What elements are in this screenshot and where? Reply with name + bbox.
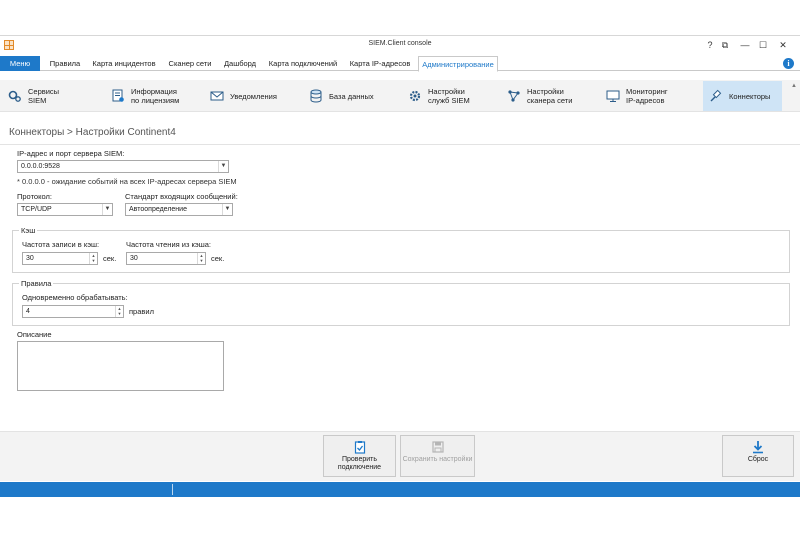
license-icon <box>112 89 124 102</box>
ribbon-label: База данных <box>329 91 374 101</box>
protocol-select[interactable]: TCP/UDP ▼ <box>17 203 113 216</box>
clipboard-check-icon <box>354 441 365 454</box>
reset-label: Сброс <box>747 456 769 463</box>
cache-read-value: 30 <box>130 255 138 262</box>
connector-icon <box>710 89 722 102</box>
ribbon-label: Мониторинг IP-адресов <box>626 87 668 105</box>
rules-stepper[interactable]: 4 ▲ ▼ <box>22 305 124 318</box>
window-title: SIEM.Client console <box>368 40 432 47</box>
minimize-button[interactable]: — <box>738 38 752 52</box>
network-icon <box>508 90 520 102</box>
description-textarea[interactable] <box>17 341 224 391</box>
ip-port-combo[interactable]: 0.0.0.0:9528 ▼ <box>17 160 229 173</box>
cache-read-label: Частота чтения из кэша: <box>126 240 211 249</box>
tab-dashboard[interactable]: Дашборд <box>220 56 260 71</box>
maximize-button[interactable]: ☐ <box>756 38 770 52</box>
standard-select[interactable]: Автоопределение ▼ <box>125 203 233 216</box>
rules-value: 4 <box>26 308 30 315</box>
ribbon-scanner-settings[interactable]: Настройки сканера сети <box>501 81 597 111</box>
cache-read-stepper[interactable]: 30 ▲ ▼ <box>126 252 206 265</box>
divider <box>0 144 800 145</box>
ribbon-label: Коннекторы <box>729 91 771 101</box>
standard-label: Стандарт входящих сообщений: <box>125 192 238 201</box>
cache-write-label: Частота записи в кэш: <box>22 240 100 249</box>
ribbon-notifications[interactable]: Уведомления <box>204 81 300 111</box>
ribbon-license-info[interactable]: Информация по лицензиям <box>105 81 199 111</box>
ribbon-label: Настройки служб SIEM <box>428 87 470 105</box>
ribbon-scroll-icon[interactable]: ▲ <box>791 83 797 89</box>
monitor-icon <box>606 90 620 102</box>
tab-administration[interactable]: Администрирование <box>418 56 498 72</box>
ribbon-label: Настройки сканера сети <box>527 87 573 105</box>
standard-value: Автоопределение <box>129 206 187 213</box>
tab-connection-map[interactable]: Карта подключений <box>264 56 342 71</box>
ribbon-label: Сервисы SIEM <box>28 87 60 105</box>
stepper-arrows-icon[interactable]: ▲ ▼ <box>89 253 97 264</box>
save-settings-button[interactable]: Сохранить настройки <box>400 435 475 477</box>
tab-network-scanner[interactable]: Сканер сети <box>164 56 216 71</box>
notification-icon <box>210 91 224 101</box>
save-settings-label: Сохранить настройки <box>402 456 473 463</box>
rules-group-title: Правила <box>19 279 54 288</box>
restore-layout-icon[interactable]: ⧉ <box>718 38 732 52</box>
database-icon <box>310 89 322 103</box>
breadcrumb: Коннекторы > Настройки Continent4 <box>9 127 176 138</box>
status-divider <box>172 484 173 495</box>
ribbon-label: Информация по лицензиям <box>131 87 180 105</box>
cache-write-value: 30 <box>26 255 34 262</box>
ip-port-value: 0.0.0.0:9528 <box>21 163 60 170</box>
app-window: SIEM.Client console ? ⧉ — ☐ ✕ Меню Прави… <box>0 35 800 497</box>
ribbon-database[interactable]: База данных <box>303 81 399 111</box>
tab-incident-map[interactable]: Карта инцидентов <box>88 56 160 71</box>
cache-group-title: Кэш <box>19 226 38 235</box>
ribbon-ip-monitoring[interactable]: Мониторинг IP-адресов <box>600 81 698 111</box>
protocol-label: Протокол: <box>17 192 52 201</box>
ribbon-connectors[interactable]: Коннекторы <box>703 81 782 111</box>
rules-unit: правил <box>129 307 154 316</box>
description-label: Описание <box>17 330 52 339</box>
stepper-arrows-icon[interactable]: ▲ ▼ <box>197 253 205 264</box>
ribbon-siem-service-settings[interactable]: Настройки служб SIEM <box>402 81 498 111</box>
menu-bar: Меню Правила Карта инцидентов Сканер сет… <box>0 56 800 72</box>
title-bar: SIEM.Client console ? ⧉ — ☐ ✕ <box>0 36 800 54</box>
status-bar <box>0 482 800 497</box>
tab-rules[interactable]: Правила <box>46 56 84 71</box>
ip-hint-text: * 0.0.0.0 - ожидание событий на всех IP-… <box>17 177 237 186</box>
chevron-down-icon[interactable]: ▼ <box>222 204 232 215</box>
action-bar: Проверить подключение Сохранить настройк… <box>0 431 800 481</box>
main-menu-button[interactable]: Меню <box>0 56 40 71</box>
cache-write-stepper[interactable]: 30 ▲ ▼ <box>22 252 98 265</box>
download-arrow-icon <box>753 441 763 454</box>
protocol-value: TCP/UDP <box>21 206 52 213</box>
gears-icon <box>8 90 21 102</box>
cache-read-unit: сек. <box>211 254 225 263</box>
close-button[interactable]: ✕ <box>776 38 790 52</box>
rules-label: Одновременно обрабатывать: <box>22 293 128 302</box>
rules-group: Правила <box>12 279 790 326</box>
ribbon-siem-services[interactable]: Сервисы SIEM <box>2 81 98 111</box>
settings-gear-icon <box>409 90 421 102</box>
stepper-arrows-icon[interactable]: ▲ ▼ <box>115 306 123 317</box>
reset-button[interactable]: Сброс <box>722 435 794 477</box>
info-icon[interactable]: i <box>783 58 794 69</box>
save-disk-icon <box>431 441 444 453</box>
check-connection-label: Проверить подключение <box>337 456 382 471</box>
ip-port-label: IP-адрес и порт сервера SIEM: <box>17 149 125 158</box>
chevron-down-icon[interactable]: ▼ <box>102 204 112 215</box>
chevron-down-icon[interactable]: ▼ <box>218 161 228 172</box>
help-icon[interactable]: ? <box>703 38 717 52</box>
check-connection-button[interactable]: Проверить подключение <box>323 435 396 477</box>
tab-ip-map[interactable]: Карта IP-адресов <box>346 56 414 71</box>
admin-ribbon: Сервисы SIEM Информация по лицензиям Уве… <box>0 80 800 112</box>
cache-write-unit: сек. <box>103 254 117 263</box>
ribbon-label: Уведомления <box>230 91 277 101</box>
